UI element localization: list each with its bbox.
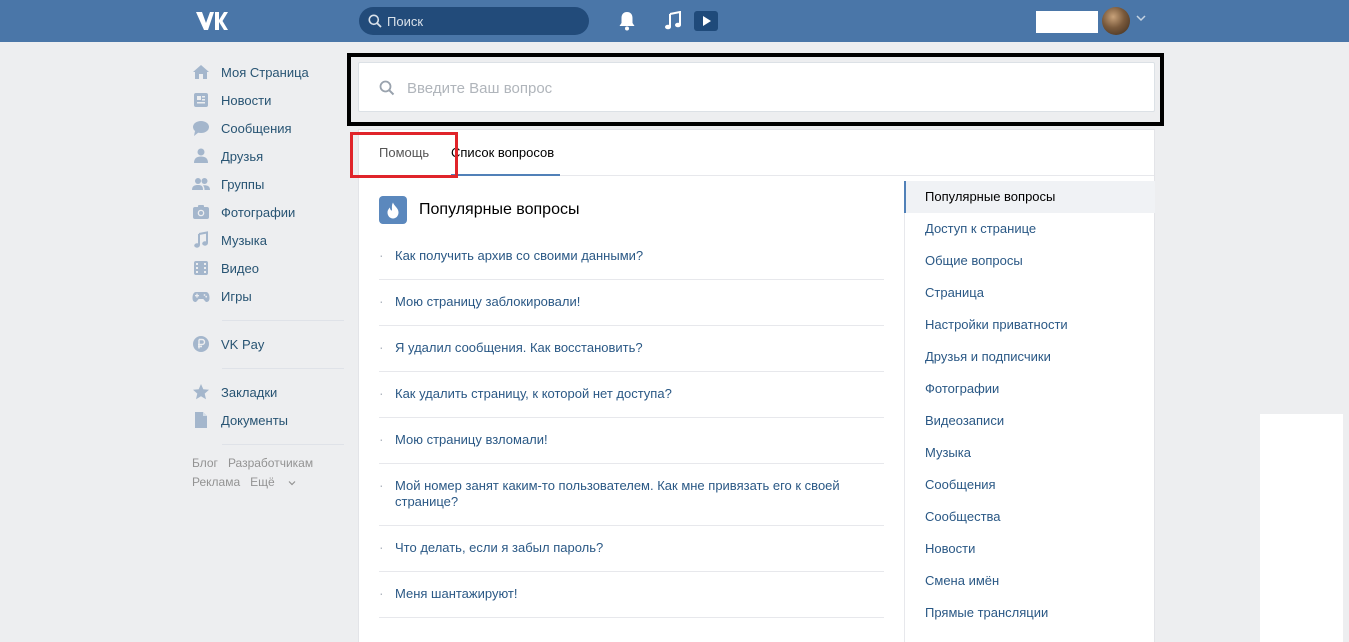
chevron-down-icon[interactable]: [1136, 14, 1146, 22]
messages-icon: [193, 121, 209, 136]
footer-link-blog[interactable]: Блог: [192, 456, 218, 470]
popular-header: Популярные вопросы: [379, 196, 579, 224]
popular-title: Популярные вопросы: [419, 201, 580, 218]
side-panel-blank: [1260, 414, 1343, 642]
sidebar-item-label: Фотографии: [221, 204, 296, 220]
avatar[interactable]: [1102, 7, 1130, 35]
sidebar-footer: Блог Разработчикам Реклама Ещё: [192, 454, 344, 492]
footer-link-developers[interactable]: Разработчикам: [228, 456, 313, 470]
news-icon: [194, 93, 208, 107]
sidebar-item-messages[interactable]: Сообщения: [192, 114, 344, 142]
nav-divider: [222, 368, 344, 369]
sidebar-item-vk-pay[interactable]: VK Pay: [192, 330, 344, 358]
question-link[interactable]: Мою страницу взломали!: [379, 418, 884, 464]
top-header: Поиск: [0, 0, 1349, 42]
faq-search-input[interactable]: [407, 75, 1127, 101]
sidebar-item-label: Друзья: [221, 148, 264, 164]
sidebar-item-groups[interactable]: Группы: [192, 170, 344, 198]
header-search[interactable]: Поиск: [359, 7, 589, 35]
category-music[interactable]: Музыка: [905, 437, 1155, 469]
category-menu: Популярные вопросы Доступ к странице Общ…: [904, 181, 1155, 642]
sidebar-item-label: Видео: [221, 260, 259, 276]
sidebar-item-friends[interactable]: Друзья: [192, 142, 344, 170]
document-icon: [195, 412, 207, 428]
sidebar-item-label: Игры: [221, 288, 252, 304]
vkpay-icon: [193, 336, 209, 352]
home-icon: [193, 65, 209, 79]
friend-icon: [194, 148, 208, 163]
category-friends[interactable]: Друзья и подписчики: [905, 341, 1155, 373]
groups-icon: [192, 178, 210, 190]
music-icon[interactable]: [664, 11, 682, 31]
sidebar-item-music[interactable]: Музыка: [192, 226, 344, 254]
category-privacy[interactable]: Настройки приватности: [905, 309, 1155, 341]
faq-search-box[interactable]: [358, 62, 1155, 112]
nav-divider: [222, 444, 344, 445]
sidebar-item-label: Закладки: [221, 384, 278, 400]
footer-link-more[interactable]: Ещё: [250, 475, 296, 489]
question-link[interactable]: Мой номер занят каким-то пользователем. …: [379, 464, 884, 526]
category-photos[interactable]: Фотографии: [905, 373, 1155, 405]
category-videos[interactable]: Видеозаписи: [905, 405, 1155, 437]
category-messages[interactable]: Сообщения: [905, 469, 1155, 501]
sidebar-item-news[interactable]: Новости: [192, 86, 344, 114]
gamepad-icon: [192, 292, 210, 302]
help-card: Помощь Список вопросов Популярные вопрос…: [358, 129, 1155, 642]
sidebar-item-bookmarks[interactable]: Закладки: [192, 378, 344, 406]
sidebar-item-games[interactable]: Игры: [192, 282, 344, 310]
user-name-box[interactable]: [1036, 11, 1098, 33]
sidebar-item-label: Документы: [221, 412, 289, 428]
sidebar-item-video[interactable]: Видео: [192, 254, 344, 282]
footer-more-label: Ещё: [250, 475, 275, 489]
category-popular[interactable]: Популярные вопросы: [904, 181, 1155, 213]
search-icon: [379, 80, 395, 96]
tab-help[interactable]: Помощь: [379, 130, 429, 176]
category-page[interactable]: Страница: [905, 277, 1155, 309]
category-name-change[interactable]: Смена имён: [905, 565, 1155, 597]
music-icon: [194, 231, 208, 248]
camera-icon: [193, 205, 209, 219]
sidebar: Моя Страница Новости Сообщения Друзья Гр…: [192, 58, 344, 492]
question-link[interactable]: Мою страницу заблокировали!: [379, 280, 884, 326]
sidebar-item-label: Сообщения: [221, 120, 292, 136]
category-page-access[interactable]: Доступ к странице: [905, 213, 1155, 245]
fire-icon: [379, 196, 407, 224]
search-icon: [368, 14, 382, 28]
star-icon: [193, 384, 209, 400]
question-link[interactable]: Как удалить страницу, к которой нет дост…: [379, 372, 884, 418]
sidebar-item-label: VK Pay: [221, 336, 265, 352]
vk-logo-icon[interactable]: [194, 10, 228, 32]
question-link[interactable]: Как получить архив со своими данными?: [379, 234, 884, 280]
category-communities[interactable]: Сообщества: [905, 501, 1155, 533]
sidebar-item-label: Моя Страница: [221, 64, 309, 80]
sidebar-item-photos[interactable]: Фотографии: [192, 198, 344, 226]
sidebar-item-label: Новости: [221, 92, 272, 108]
sidebar-item-my-page[interactable]: Моя Страница: [192, 58, 344, 86]
category-live[interactable]: Прямые трансляции: [905, 597, 1155, 629]
video-icon: [194, 261, 208, 275]
question-link[interactable]: Я удалил сообщения. Как восстановить?: [379, 326, 884, 372]
chevron-down-icon: [288, 481, 296, 486]
footer-link-ads[interactable]: Реклама: [192, 475, 240, 489]
question-list: Как получить архив со своими данными? Мо…: [379, 234, 884, 618]
category-news[interactable]: Новости: [905, 533, 1155, 565]
tabs-bar: Помощь Список вопросов: [359, 130, 1154, 176]
category-general[interactable]: Общие вопросы: [905, 245, 1155, 277]
bell-icon[interactable]: [618, 11, 636, 31]
sidebar-item-label: Группы: [221, 176, 265, 192]
question-link[interactable]: Меня шантажируют!: [379, 572, 884, 618]
header-search-placeholder: Поиск: [387, 14, 424, 29]
sidebar-item-documents[interactable]: Документы: [192, 406, 344, 434]
tab-question-list[interactable]: Список вопросов: [451, 130, 561, 176]
play-icon[interactable]: [694, 11, 718, 31]
question-link[interactable]: Что делать, если я забыл пароль?: [379, 526, 884, 572]
nav-divider: [222, 320, 344, 321]
sidebar-item-label: Музыка: [221, 232, 267, 248]
